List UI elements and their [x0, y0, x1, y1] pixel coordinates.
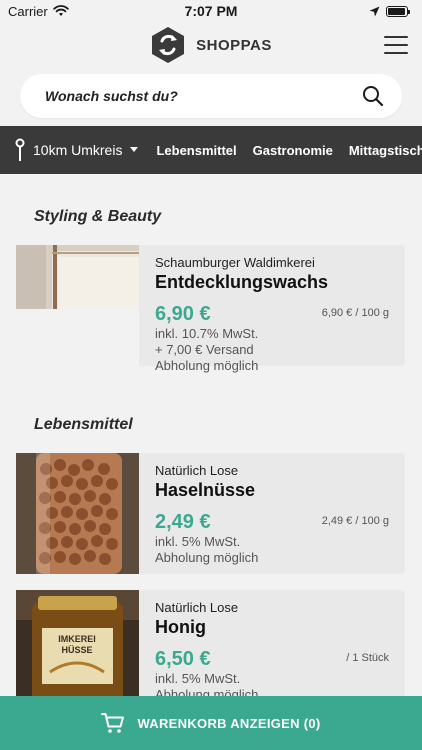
unit-price: 2,49 € / 100 g	[321, 515, 389, 527]
vendor-name: Natürlich Lose	[155, 600, 239, 615]
category-tab-lebensmittel[interactable]: Lebensmittel	[156, 143, 236, 158]
section-title: Lebensmittel	[34, 416, 133, 433]
radius-dropdown[interactable]: 10km Umkreis	[0, 126, 148, 174]
tax-info: inkl. 5% MwSt.	[155, 534, 241, 549]
hamburger-menu-button[interactable]	[384, 36, 408, 54]
location-arrow-icon	[369, 6, 380, 16]
brand-logo[interactable]: SHOPPAS	[150, 26, 272, 64]
product-name: Haselnüsse	[155, 480, 256, 500]
location-pin-icon	[15, 138, 25, 161]
shoppas-logo-icon	[152, 27, 185, 63]
product-details: Natürlich Lose Haselnüsse 2,49 € 2,49 € …	[139, 453, 405, 574]
product-image: IMKEREI HÜSSE	[16, 590, 139, 711]
shipping-info: + 7,00 € Versand	[155, 342, 254, 357]
menu-line-icon	[384, 52, 408, 54]
hazelnut-jar-image	[16, 453, 139, 574]
unit-price: / 1 Stück	[346, 652, 389, 664]
category-tab-gastronomie[interactable]: Gastronomie	[253, 143, 333, 158]
status-bar: Carrier 7:07 PM	[0, 0, 422, 22]
product-name: Entdecklungswachs	[155, 272, 329, 292]
shopping-cart-icon	[101, 713, 125, 733]
product-card[interactable]: Natürlich Lose Haselnüsse 2,49 € 2,49 € …	[16, 453, 405, 591]
unit-price: 6,90 € / 100 g	[321, 307, 389, 319]
menu-line-icon	[384, 36, 408, 38]
carrier-label: Carrier	[8, 3, 48, 19]
status-right	[369, 5, 410, 17]
category-filter-bar: 10km Umkreis Lebensmittel Gastronomie Mi…	[0, 126, 422, 174]
radius-label: 10km Umkreis	[33, 142, 123, 158]
battery-level	[388, 7, 406, 15]
tax-info: inkl. 10.7% MwSt.	[155, 326, 259, 341]
vendor-name: Natürlich Lose	[155, 463, 239, 478]
honey-label-text-1: IMKEREI	[58, 634, 96, 644]
pickup-info: Abholung möglich	[155, 550, 259, 565]
status-left: Carrier	[8, 4, 69, 19]
search-placeholder: Wonach suchst du?	[45, 88, 178, 104]
search-input[interactable]: Wonach suchst du?	[20, 74, 402, 118]
menu-line-icon	[384, 44, 408, 46]
wax-product-image	[16, 245, 139, 366]
category-tab-mittagstisch[interactable]: Mittagstisch	[349, 143, 422, 158]
battery-icon	[386, 5, 410, 17]
product-details: Natürlich Lose Honig 6,50 € / 1 Stück in…	[139, 590, 405, 711]
brand-name: SHOPPAS	[196, 36, 272, 54]
product-card[interactable]: Schaumburger Waldimkerei Entdecklungswac…	[16, 245, 405, 383]
show-cart-button[interactable]: WARENKORB ANZEIGEN (0)	[0, 696, 422, 750]
tax-info: inkl. 5% MwSt.	[155, 671, 241, 686]
product-details: Schaumburger Waldimkerei Entdecklungswac…	[139, 245, 405, 373]
honey-label-text-2: HÜSSE	[61, 645, 92, 655]
cart-label: WARENKORB ANZEIGEN (0)	[137, 715, 321, 731]
search-icon[interactable]	[362, 85, 384, 107]
honey-jar-image: IMKEREI HÜSSE	[16, 590, 139, 711]
product-name: Honig	[155, 617, 206, 637]
wifi-icon	[53, 5, 69, 16]
vendor-name: Schaumburger Waldimkerei	[155, 255, 315, 270]
product-image	[16, 453, 139, 574]
pickup-info: Abholung möglich	[155, 358, 259, 373]
app-header: SHOPPAS	[0, 22, 422, 68]
product-image	[16, 245, 139, 366]
section-title: Styling & Beauty	[34, 208, 162, 225]
caret-down-icon	[130, 147, 139, 152]
